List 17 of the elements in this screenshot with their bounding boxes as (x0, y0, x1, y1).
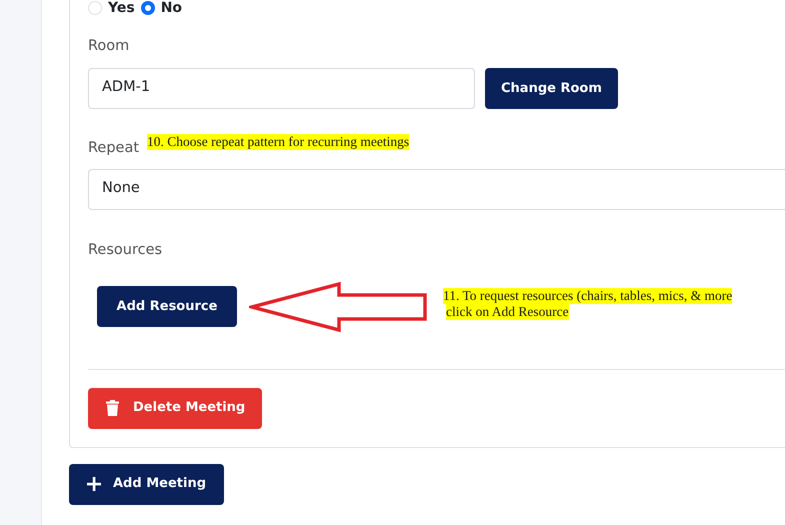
plus-icon (87, 477, 101, 491)
change-room-button[interactable]: Change Room (485, 68, 618, 109)
radio-label: No (160, 1, 182, 15)
radio-label: Yes (108, 1, 135, 15)
delete-meeting-button[interactable]: Delete Meeting (88, 388, 262, 428)
add-meeting-button[interactable]: Add Meeting (69, 464, 224, 504)
field-label: Room (88, 37, 130, 56)
callout-text: click on Add Resource (446, 304, 569, 320)
field-label: Repeat (88, 139, 140, 158)
room-field[interactable]: ADM-1 (88, 68, 475, 109)
field-label: Resources (88, 240, 162, 260)
add-resource-button[interactable]: Add Resource (97, 286, 237, 327)
trash-icon (106, 400, 119, 416)
callout-text: 11. To request resources (chairs, tables, mics, & more (443, 288, 732, 304)
callout-text: 10. Choose repeat pattern for recurring meetings (147, 134, 410, 150)
repeat-select[interactable]: None (88, 168, 785, 210)
radio-button[interactable] (140, 1, 155, 15)
